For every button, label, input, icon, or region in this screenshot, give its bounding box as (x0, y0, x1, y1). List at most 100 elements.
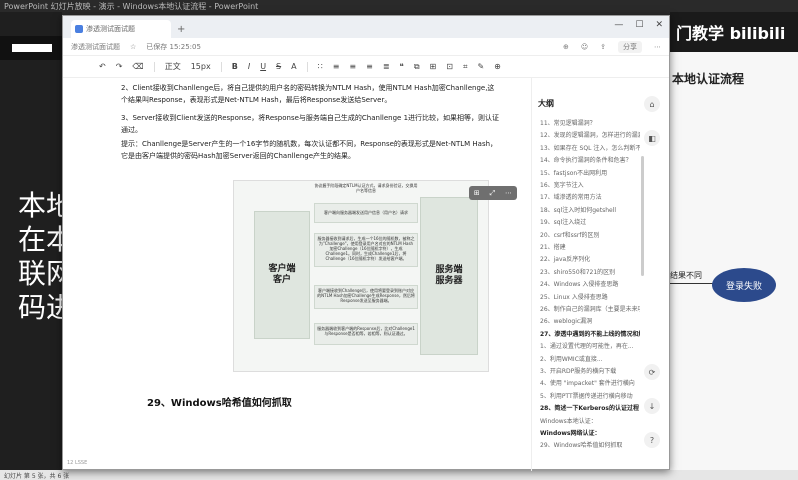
outline-item[interactable]: 1、通过设置代理的可能性，再在... (540, 341, 640, 350)
star-icon[interactable]: ☆ (130, 43, 136, 51)
font-size-select[interactable]: 15px (191, 62, 211, 71)
paragraph-style-select[interactable]: 正文 (165, 61, 181, 72)
outline-item[interactable]: 28、简述一下Kerberos的认证过程 (540, 403, 640, 412)
code-block-icon[interactable]: ⧉ (414, 62, 420, 72)
outline-title: 大纲 (538, 99, 554, 108)
diagram-server-label: 服务端 服务器 (435, 265, 463, 286)
bold-icon[interactable]: B (232, 62, 238, 71)
diagram-arrow-1: 客户端向服务器端发送用户信息（用户名）请求 (314, 203, 418, 223)
outline-item[interactable]: 12、发现的逻辑漏洞，怎样进行的漏洞... (540, 130, 640, 139)
outline-item[interactable]: 13、如果存在 SQL 注入，怎么判断不同... (540, 143, 640, 152)
doc-tab-title: 渗透测试面试题 (86, 25, 135, 33)
doc-tab[interactable]: 渗透测试面试题 (71, 20, 171, 38)
image-icon[interactable]: ⊡ (446, 62, 453, 71)
more-icon[interactable]: ⋯ (654, 43, 661, 51)
italic-icon[interactable]: I (248, 62, 250, 71)
presentation-title-bar: PowerPoint 幻灯片放映 - 演示 - Windows本地认证流程 - … (4, 2, 259, 11)
add-collaborator-icon[interactable]: ⊕ (563, 43, 569, 51)
outline-item[interactable]: 26、weblogic漏洞 (540, 316, 640, 325)
save-status: 已保存 15:25:05 (146, 42, 201, 51)
divider-insert-icon[interactable]: ⌗ (463, 62, 468, 72)
home-icon[interactable]: ⌂ (644, 96, 660, 112)
paragraph-step-2: 2、Client接收到Chanllenge后，将自己提供的用户名的密码转换为NT… (121, 84, 495, 104)
minimize-icon[interactable]: — (614, 20, 623, 30)
clear-format-icon[interactable]: ⌫ (132, 62, 143, 71)
image-expand-icon[interactable]: ⤢ (490, 189, 496, 198)
ntlm-diagram-image[interactable]: 协议握手阶段确定NTLM认证方式，请求身份验证，交换用户名等信息 客户端 客户 … (233, 180, 489, 372)
slide-heading: 本地认证流程 (672, 72, 745, 86)
outline-item[interactable]: 24、Windows 入侵排查思路 (540, 279, 640, 288)
outline-item[interactable]: 22、java反序列化 (540, 254, 640, 263)
align-center-icon[interactable]: ≡ (349, 62, 356, 71)
slide-white-bar (12, 44, 52, 52)
outline-item[interactable]: 25、Linux 入侵排查思路 (540, 292, 640, 301)
diagram-arrow-2: 服务器接收到请求后，生成一个16位的随机数，被称之为"Challenge"，使用… (314, 233, 418, 267)
strikethrough-icon[interactable]: S (276, 62, 281, 71)
layout-icon[interactable]: ◧ (644, 130, 660, 146)
outline-item[interactable]: 15、fastjson不出网利用 (540, 168, 640, 177)
outline-item[interactable]: 16、宽字节注入 (540, 180, 640, 189)
quote-icon[interactable]: ❝ (400, 62, 404, 71)
diagram-client-label: 客户端 客户 (268, 264, 296, 285)
image-layout-icon[interactable]: ⊞ (474, 189, 480, 197)
insert-icon[interactable]: ⊕ (494, 62, 501, 71)
outline-item[interactable]: Windows本地认证： (540, 416, 640, 425)
diagram-arrow-3: 客户端接收到Challenge后，使用将要登录到账户对应的NTLM Hash加密… (314, 285, 418, 309)
new-tab-button[interactable]: + (177, 24, 185, 35)
comment-icon[interactable]: ☺ (581, 43, 588, 51)
indent-icon[interactable]: ≣ (383, 62, 390, 71)
refresh-icon[interactable]: ⟳ (644, 364, 660, 380)
outline-item[interactable]: 20、csrf和ssrf的区别 (540, 230, 640, 239)
outline-item[interactable]: 2、利用WMIC或直接... (540, 354, 640, 363)
outline-item[interactable]: 19、sql注入绕过 (540, 217, 640, 226)
image-more-icon[interactable]: ⋯ (505, 189, 512, 197)
share-button[interactable]: 分享 (618, 40, 642, 53)
underline-icon[interactable]: U (260, 62, 266, 71)
paragraph-tip: 提示：Chanllenge是Server产生的一个16字节的随机数，每次认证都不… (121, 140, 498, 160)
flow-arrow (670, 283, 714, 284)
diagram-note-handshake: 协议握手阶段确定NTLM认证方式，请求身份验证，交换用户名等信息 (314, 183, 418, 193)
outline-item[interactable]: 5、利用PTT票据传递进行横向移动 (540, 391, 640, 400)
diagram-note-4: 服务器端收到客户端的Response后，比对Challenge1与Respons… (317, 326, 415, 336)
pen-icon[interactable]: ✎ (477, 62, 484, 71)
diagram-server-box: 服务端 服务器 (420, 197, 478, 355)
outline-item[interactable]: 29、Windows哈希值如何抓取 (540, 440, 640, 449)
align-right-icon[interactable]: ≡ (366, 62, 373, 71)
image-float-toolbar: ⊞ ⤢ ⋯ (469, 186, 517, 200)
document-body[interactable]: 2、Client接收到Chanllenge后，将自己提供的用户名的密码转换为NT… (63, 78, 529, 471)
maximize-icon[interactable]: ☐ (635, 20, 643, 30)
download-icon[interactable]: ↓ (644, 398, 660, 414)
undo-icon[interactable]: ↶ (99, 62, 106, 71)
outline-item[interactable]: 27、渗透中遇到的不能上线的情况和解决... (540, 329, 640, 338)
outline-item[interactable]: 23、shiro550和721的区别 (540, 267, 640, 276)
font-color-icon[interactable]: A (291, 62, 296, 71)
side-toolbar: ⌂ ◧ ⟳ ↓ ? (641, 96, 663, 448)
outline-item[interactable]: 26、制作自己的漏洞库（主要是未来项目...） (540, 304, 640, 313)
presentation-status-bar: 幻灯片 第 5 张，共 6 张 (0, 470, 798, 480)
heading-29: 29、Windows哈希值如何抓取 (147, 398, 292, 409)
outline-item[interactable]: 17、域渗透的常用方法 (540, 192, 640, 201)
window-controls: — ☐ ✕ (614, 20, 663, 30)
doc-icon (75, 25, 83, 33)
outline-item[interactable]: Windows网络认证： (540, 428, 640, 437)
export-icon[interactable]: ⇪ (600, 43, 606, 51)
outline-item[interactable]: 14、命令执行漏洞的条件和危害？ (540, 155, 640, 164)
outline-item[interactable]: 11、常见逻辑漏洞？ (540, 118, 640, 127)
help-icon[interactable]: ? (644, 432, 660, 448)
paragraph-step-3: 3、Server接收到Client发送的Response，将Response与服… (121, 114, 500, 134)
outline-item[interactable]: 21、搭建 (540, 242, 640, 251)
format-toolbar: ↶ ↷ ⌫ 正文 15px B I U S A ∷ ≡ ≡ ≡ ≣ ❝ ⧉ ⊞ … (63, 56, 669, 78)
outline-item[interactable]: 4、使用 "impacket" 套件进行横向 (540, 378, 640, 387)
login-failed-bubble: 登录失败 (712, 268, 776, 302)
list-icon[interactable]: ∷ (318, 62, 323, 71)
redo-icon[interactable]: ↷ (116, 62, 123, 71)
toolbar-divider (220, 61, 222, 72)
table-icon[interactable]: ⊞ (430, 62, 437, 71)
brand-watermark: 门教学 bilibili (676, 24, 786, 43)
diagram-note-2: 服务器接收到请求后，生成一个16位的随机数，被称之为"Challenge"，使用… (317, 236, 415, 261)
outline-item[interactable]: 18、sql注入时如何getshell (540, 205, 640, 214)
doc-title[interactable]: 渗透测试面试题 (71, 42, 120, 52)
close-icon[interactable]: ✕ (655, 20, 663, 30)
outline-item[interactable]: 3、开启RDP服务的横向下载 (540, 366, 640, 375)
align-left-icon[interactable]: ≡ (333, 62, 340, 71)
